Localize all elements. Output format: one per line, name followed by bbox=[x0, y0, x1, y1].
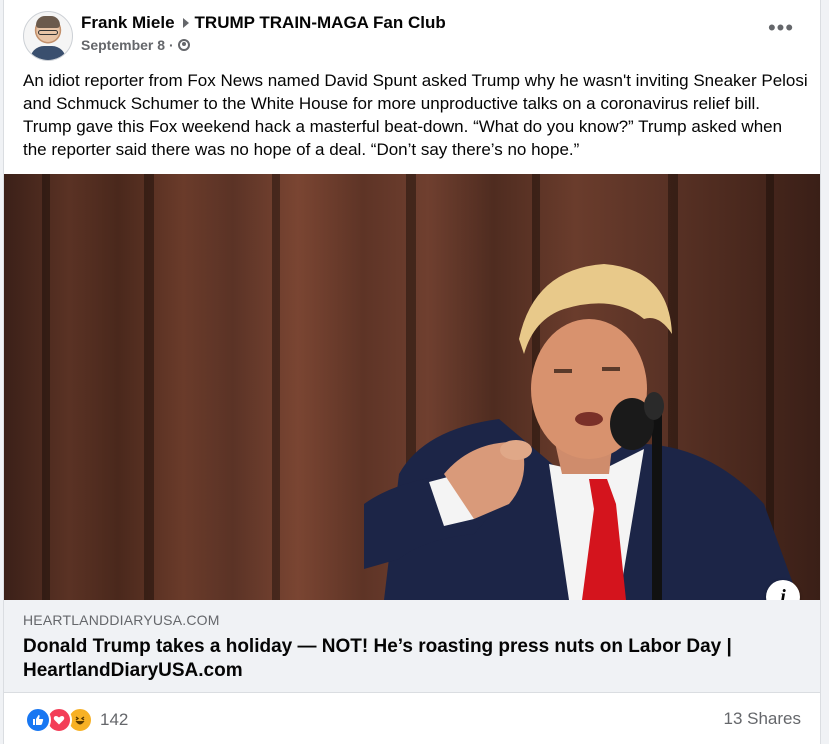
post-meta: September 8 · bbox=[81, 37, 190, 53]
like-icon bbox=[25, 707, 51, 733]
link-preview[interactable]: HEARTLANDDIARYUSA.COM Donald Trump takes… bbox=[4, 600, 820, 693]
link-domain: HEARTLANDDIARYUSA.COM bbox=[23, 612, 220, 628]
link-preview-image[interactable] bbox=[4, 174, 820, 600]
link-title[interactable]: Donald Trump takes a holiday — NOT! He’s… bbox=[23, 635, 803, 683]
author-line: Frank Miele TRUMP TRAIN-MAGA Fan Club bbox=[81, 13, 446, 33]
post-text: An idiot reporter from Fox News named Da… bbox=[23, 71, 808, 159]
avatar-shirt bbox=[30, 46, 66, 60]
caret-right-icon bbox=[182, 18, 189, 28]
post-footer: 142 13 Shares bbox=[4, 693, 820, 744]
post-card: Frank Miele TRUMP TRAIN-MAGA Fan Club Se… bbox=[3, 0, 821, 744]
avatar-glasses bbox=[38, 30, 58, 35]
more-options-icon[interactable]: ••• bbox=[766, 17, 796, 45]
group-name[interactable]: TRUMP TRAIN-MAGA Fan Club bbox=[195, 13, 446, 33]
reaction-count: 142 bbox=[100, 710, 129, 729]
photo-illustration bbox=[42, 174, 799, 600]
author-avatar[interactable] bbox=[23, 11, 73, 61]
author-name[interactable]: Frank Miele bbox=[81, 13, 175, 33]
post-date[interactable]: September 8 bbox=[81, 37, 165, 53]
post-header: Frank Miele TRUMP TRAIN-MAGA Fan Club Se… bbox=[4, 0, 820, 66]
meta-separator: · bbox=[169, 37, 174, 53]
shares-count[interactable]: 13 Shares bbox=[724, 709, 802, 729]
avatar-hair bbox=[36, 16, 60, 28]
globe-icon[interactable] bbox=[177, 39, 190, 51]
reactions-summary[interactable]: 142 bbox=[25, 707, 128, 733]
